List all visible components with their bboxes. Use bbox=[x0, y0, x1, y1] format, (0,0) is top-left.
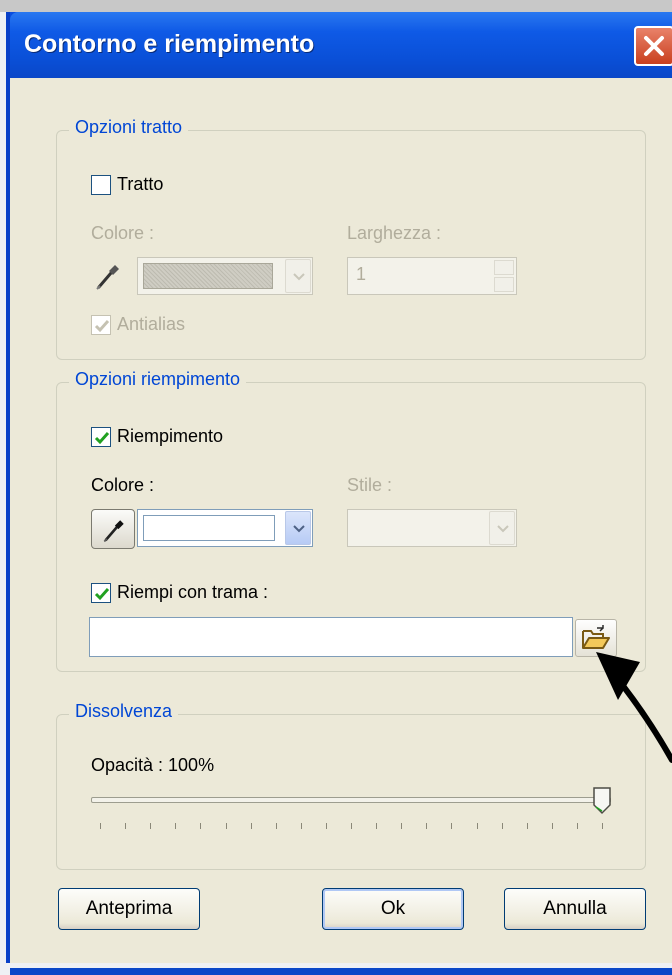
chevron-down-icon bbox=[285, 259, 311, 293]
slider-tick bbox=[376, 823, 378, 829]
slider-tick bbox=[200, 823, 202, 829]
open-folder-icon bbox=[582, 625, 610, 649]
dialog-body: Opzioni tratto Tratto Colore : Larghezza… bbox=[10, 78, 672, 963]
fill-color-label: Colore : bbox=[91, 475, 155, 495]
spinner-buttons[interactable] bbox=[494, 260, 514, 292]
texture-checkbox[interactable] bbox=[91, 583, 111, 603]
slider-tick bbox=[526, 823, 528, 829]
slider-tick bbox=[551, 823, 553, 829]
opacity-slider-thumb[interactable] bbox=[593, 787, 611, 815]
slider-tick bbox=[300, 823, 302, 829]
spin-down-button[interactable] bbox=[494, 277, 514, 292]
fill-checkbox-label[interactable]: Riempimento bbox=[117, 426, 223, 447]
slider-tick bbox=[426, 823, 428, 829]
stroke-options-group: Opzioni tratto Tratto Colore : Larghezza… bbox=[56, 117, 646, 360]
slider-tick bbox=[250, 823, 252, 829]
antialias-checkbox[interactable] bbox=[91, 315, 111, 335]
fade-group: Dissolvenza Opacità : 100% bbox=[56, 701, 646, 870]
browse-texture-button[interactable] bbox=[575, 619, 617, 657]
stroke-width-label: Larghezza : bbox=[347, 223, 442, 243]
stroke-options-legend: Opzioni tratto bbox=[69, 117, 189, 138]
texture-checkbox-label[interactable]: Riempi con trama : bbox=[117, 582, 268, 603]
slider-tick bbox=[175, 823, 177, 829]
stroke-checkbox-label[interactable]: Tratto bbox=[117, 174, 163, 195]
antialias-label[interactable]: Antialias bbox=[117, 314, 185, 335]
slider-tick bbox=[401, 823, 403, 829]
dialog-window: Contorno e riempimento Opzioni tratto Tr… bbox=[6, 12, 672, 975]
chevron-down-icon bbox=[489, 511, 515, 545]
fill-eyedropper-button[interactable] bbox=[91, 509, 135, 549]
eyedropper-icon bbox=[103, 520, 124, 543]
chevron-down-icon bbox=[285, 511, 311, 545]
ok-button[interactable]: Ok bbox=[322, 888, 464, 930]
eyedropper-icon bbox=[96, 265, 119, 290]
spin-up-button[interactable] bbox=[494, 260, 514, 275]
checkmark-icon bbox=[94, 588, 110, 601]
slider-tick bbox=[225, 823, 227, 829]
slider-tick bbox=[275, 823, 277, 829]
fill-color-swatch bbox=[143, 515, 275, 541]
slider-tick bbox=[351, 823, 352, 829]
texture-path-input[interactable] bbox=[89, 617, 573, 657]
fill-checkbox[interactable] bbox=[91, 427, 111, 447]
window-title: Contorno e riempimento bbox=[24, 30, 315, 58]
close-button[interactable] bbox=[634, 26, 672, 66]
slider-tick bbox=[501, 823, 503, 829]
fill-options-legend: Opzioni riempimento bbox=[69, 369, 247, 390]
slider-tick bbox=[100, 823, 101, 829]
fill-style-label: Stile : bbox=[347, 475, 393, 495]
slider-tick bbox=[602, 823, 603, 829]
title-bar[interactable]: Contorno e riempimento bbox=[10, 12, 672, 78]
fill-style-combo[interactable] bbox=[347, 509, 517, 547]
slider-tick bbox=[150, 823, 152, 829]
slider-tick bbox=[325, 823, 327, 829]
slider-tick bbox=[125, 823, 127, 829]
checkmark-icon bbox=[94, 432, 110, 445]
slider-tick bbox=[576, 823, 578, 829]
window-bottom-border bbox=[10, 968, 672, 975]
stroke-width-spinner[interactable]: 1 bbox=[347, 257, 517, 295]
stroke-color-combo[interactable] bbox=[137, 257, 313, 295]
opacity-label: Opacità : 100% bbox=[91, 755, 215, 775]
cancel-button[interactable]: Annulla bbox=[504, 888, 646, 930]
preview-button[interactable]: Anteprima bbox=[58, 888, 200, 930]
stroke-color-swatch bbox=[143, 263, 273, 289]
fade-legend: Dissolvenza bbox=[69, 701, 179, 722]
stroke-color-label: Colore : bbox=[91, 223, 155, 243]
slider-tick bbox=[451, 823, 453, 829]
fill-options-group: Opzioni riempimento Riempimento Colore : bbox=[56, 369, 646, 672]
background-strip bbox=[0, 0, 672, 12]
fill-color-combo[interactable] bbox=[137, 509, 313, 547]
slider-tick bbox=[476, 823, 478, 829]
checkmark-icon bbox=[94, 320, 110, 333]
stroke-width-value: 1 bbox=[356, 264, 367, 284]
opacity-slider-track[interactable] bbox=[91, 797, 611, 803]
stroke-checkbox[interactable] bbox=[91, 175, 111, 195]
close-icon bbox=[644, 36, 664, 56]
